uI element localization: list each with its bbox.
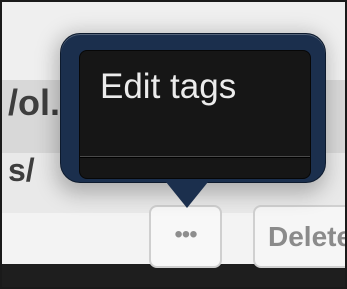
delete-button[interactable]: Delete: [253, 205, 347, 268]
more-options-button[interactable]: •••: [149, 205, 222, 268]
screen-frame: /ol.1 s/ ••• Delete Edit tags: [0, 0, 347, 289]
popover-menu: Edit tags: [60, 33, 326, 183]
list-row-path: s/: [8, 152, 35, 188]
ellipsis-icon: •••: [174, 220, 197, 248]
menu-item-edit-tags[interactable]: Edit tags: [80, 51, 310, 156]
popover-menu-list: Edit tags: [79, 50, 311, 179]
delete-button-label: Delete: [268, 220, 347, 252]
menu-divider-shadow: [80, 157, 310, 158]
popover-arrow: [166, 182, 208, 208]
